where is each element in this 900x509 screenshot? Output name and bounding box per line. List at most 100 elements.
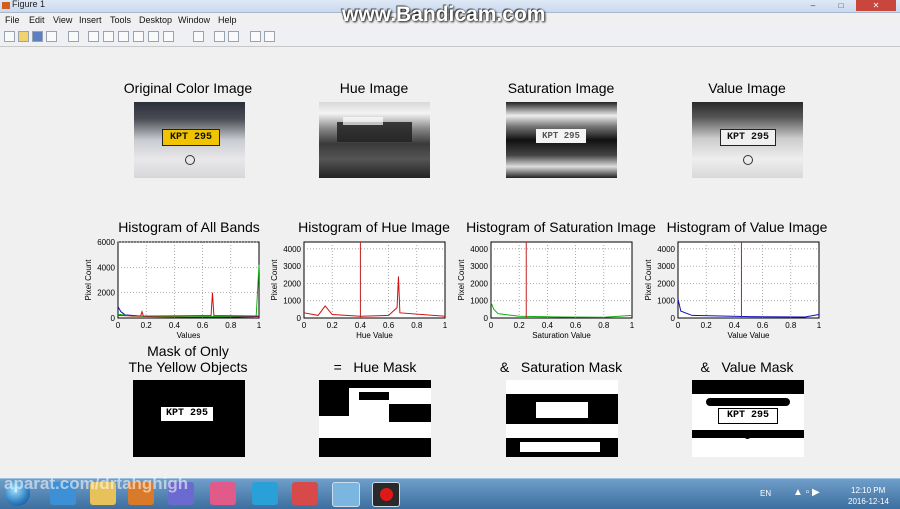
hist-xtick-label: 0.4 — [542, 321, 554, 330]
hist-ytick-label: 4000 — [470, 245, 488, 254]
legend-icon[interactable] — [228, 31, 239, 42]
original-color-image: KPT 295 — [134, 102, 245, 178]
clock-time[interactable]: 12:10 PM — [851, 486, 885, 495]
link-icon[interactable] — [193, 31, 204, 42]
yellow-mask-title-line2: The Yellow Objects — [128, 359, 248, 375]
print-icon[interactable] — [46, 31, 57, 42]
hist-ytick-label: 0 — [297, 314, 302, 323]
rotate-icon[interactable] — [133, 31, 144, 42]
hist-xtick-label: 1 — [817, 321, 822, 330]
brush-icon[interactable] — [163, 31, 174, 42]
hist-ytick-label: 0 — [111, 314, 116, 323]
hist-xtick-label: 1 — [443, 321, 448, 330]
yellow-objects-mask: KPT 295 — [133, 380, 245, 457]
value-mask: KPT 295 — [692, 380, 804, 457]
hist-ytick-label: 3000 — [283, 262, 301, 271]
clock-date[interactable]: 2016-12-14 — [848, 497, 889, 506]
hist-xtick-label: 0.8 — [598, 321, 610, 330]
menu-edit[interactable]: Edit — [29, 15, 45, 25]
hue-image — [319, 102, 430, 178]
hist-xlabel: Values — [177, 331, 201, 340]
value-mask-title: & Value Mask — [700, 359, 794, 375]
menu-view[interactable]: View — [53, 15, 72, 25]
matlab-taskbar-icon[interactable] — [332, 482, 360, 507]
hist-ytick-label: 1000 — [657, 297, 675, 306]
hist-axes-3 — [677, 241, 820, 319]
value-plate: KPT 295 — [720, 129, 776, 146]
download-taskbar-icon[interactable] — [252, 482, 278, 505]
hist-xlabel: Saturation Value — [532, 331, 591, 340]
bandicam-taskbar-icon[interactable] — [372, 482, 400, 507]
hist-xtick-label: 0.6 — [383, 321, 395, 330]
language-indicator[interactable]: EN — [760, 489, 771, 498]
new-figure-icon[interactable] — [4, 31, 15, 42]
menu-insert[interactable]: Insert — [79, 15, 102, 25]
hist-xtick-label: 0.4 — [169, 321, 181, 330]
menu-tools[interactable]: Tools — [110, 15, 131, 25]
close-button[interactable]: ✕ — [856, 0, 896, 11]
minimize-button[interactable]: – — [800, 0, 826, 11]
hist-title-3: Histogram of Value Image — [667, 219, 828, 235]
hist-xtick-label: 0.6 — [197, 321, 209, 330]
value-image-title: Value Image — [708, 80, 786, 96]
app-taskbar-icon[interactable] — [292, 482, 318, 505]
hist-xtick-label: 0.6 — [757, 321, 769, 330]
hist-ylabel: Pixel Count — [457, 259, 466, 301]
pan-icon[interactable] — [118, 31, 129, 42]
zoom-out-icon[interactable] — [103, 31, 114, 42]
hist-ylabel: Pixel Count — [84, 259, 93, 301]
data-cursor-icon[interactable] — [148, 31, 159, 42]
hist-xtick-label: 0.2 — [327, 321, 339, 330]
value-image: KPT 295 — [692, 102, 803, 178]
hist-xtick-label: 0 — [676, 321, 681, 330]
hue-image-title: Hue Image — [339, 80, 409, 96]
hist-ylabel: Pixel Count — [644, 259, 653, 301]
saturation-image-title: Saturation Image — [507, 80, 615, 96]
hist-axes-0 — [117, 241, 260, 319]
hist-ytick-label: 4000 — [657, 245, 675, 254]
hist-xtick-label: 0.4 — [355, 321, 367, 330]
hist-xlabel: Value Value — [728, 331, 771, 340]
hist-xtick-label: 1 — [630, 321, 635, 330]
hist-title-2: Histogram of Saturation Image — [466, 219, 656, 235]
save-icon[interactable] — [32, 31, 43, 42]
saturation-mask-title: & Saturation Mask — [499, 359, 623, 375]
zoom-in-icon[interactable] — [88, 31, 99, 42]
open-file-icon[interactable] — [18, 31, 29, 42]
menu-file[interactable]: File — [5, 15, 20, 25]
menu-help[interactable]: Help — [218, 15, 237, 25]
saturation-image: KPT 295 — [506, 102, 617, 178]
hist-ytick-label: 2000 — [470, 279, 488, 288]
hist-ytick-label: 2000 — [657, 279, 675, 288]
hist-ylabel: Pixel Count — [270, 259, 279, 301]
yellow-mask-title-line1: Mask of Only — [147, 343, 229, 359]
hist-xtick-label: 1 — [257, 321, 262, 330]
hist-xtick-label: 0.4 — [729, 321, 741, 330]
hist-xtick-label: 0.2 — [701, 321, 713, 330]
hist-ytick-label: 4000 — [97, 263, 115, 272]
aparat-watermark: aparat.com/drtahghigh — [4, 474, 189, 493]
original-image-title: Original Color Image — [123, 80, 253, 96]
hue-mask-title: = Hue Mask — [333, 359, 417, 375]
hist-xtick-label: 0.8 — [411, 321, 423, 330]
hist-xtick-label: 0 — [116, 321, 121, 330]
maximize-button[interactable]: □ — [828, 0, 854, 11]
hist-ytick-label: 1000 — [470, 297, 488, 306]
menu-window[interactable]: Window — [178, 15, 210, 25]
hist-ytick-label: 1000 — [283, 297, 301, 306]
hist-ytick-label: 0 — [671, 314, 676, 323]
hist-xtick-label: 0.2 — [141, 321, 153, 330]
figure-icon — [2, 2, 10, 9]
hide-tools-icon[interactable] — [250, 31, 261, 42]
saturation-mask — [506, 380, 618, 457]
snipping-taskbar-icon[interactable] — [210, 482, 236, 505]
tray-icons[interactable]: ▲ ▫ ▶ — [793, 487, 820, 498]
hist-title-0: Histogram of All Bands — [118, 219, 260, 235]
hist-xtick-label: 0 — [489, 321, 494, 330]
histograms-area: Histogram of All Bands 0 0.2 0.4 0.6 0.8 1 0 200… — [84, 219, 828, 340]
window-title: Figure 1 — [12, 0, 46, 9]
edit-plot-icon[interactable] — [68, 31, 79, 42]
menu-desktop[interactable]: Desktop — [139, 15, 172, 25]
colorbar-icon[interactable] — [214, 31, 225, 42]
dock-icon[interactable] — [264, 31, 275, 42]
